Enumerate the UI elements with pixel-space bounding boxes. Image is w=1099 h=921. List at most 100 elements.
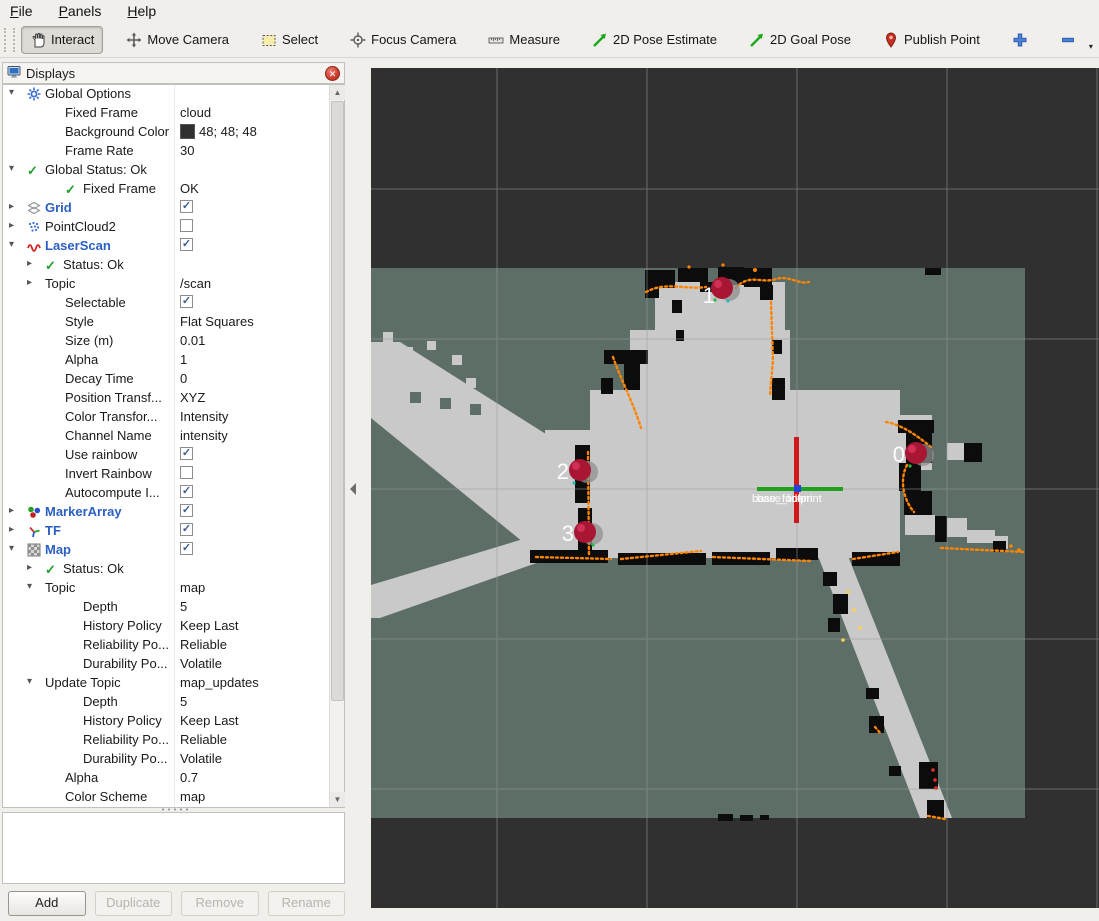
- value-text[interactable]: 5: [180, 694, 187, 709]
- chevron-down-icon[interactable]: ▾: [1089, 42, 1093, 51]
- property-name: Style: [65, 314, 94, 329]
- minus-icon: [1060, 32, 1076, 48]
- expander-open-icon[interactable]: ▾: [27, 676, 32, 687]
- property-value: 30: [180, 143, 194, 158]
- plus-icon: [1012, 32, 1028, 48]
- tool-measure[interactable]: Measure: [479, 26, 569, 54]
- property-name: Frame Rate: [65, 143, 134, 158]
- tool-publish-point[interactable]: Publish Point: [874, 26, 989, 54]
- property-value: Reliable: [180, 732, 227, 747]
- value-text[interactable]: Volatile: [180, 656, 222, 671]
- check-icon: ✓: [45, 258, 59, 272]
- value-text[interactable]: Reliable: [180, 732, 227, 747]
- color-swatch[interactable]: [180, 124, 195, 139]
- property-name: Invert Rainbow: [65, 466, 152, 481]
- property-value: [180, 219, 193, 232]
- tool-focus-camera[interactable]: Focus Camera: [341, 26, 465, 54]
- expander-closed-icon[interactable]: ▸: [27, 258, 32, 269]
- value-text[interactable]: map: [180, 580, 205, 595]
- property-value: 1: [180, 352, 187, 367]
- tool-interact[interactable]: Interact: [21, 26, 103, 54]
- scroll-down-icon[interactable]: ▼: [330, 792, 345, 807]
- property-value: Volatile: [180, 751, 222, 766]
- checkbox-checked[interactable]: ✓: [180, 200, 193, 213]
- panel-collapse-arrow-icon[interactable]: [350, 483, 356, 495]
- value-text[interactable]: 0.01: [180, 333, 205, 348]
- value-text[interactable]: 48; 48; 48: [199, 124, 257, 139]
- close-icon[interactable]: ✕: [325, 66, 340, 81]
- scroll-up-icon[interactable]: ▲: [330, 85, 345, 100]
- value-text[interactable]: Reliable: [180, 637, 227, 652]
- value-text[interactable]: 0.7: [180, 770, 198, 785]
- tool-minus[interactable]: [1051, 26, 1085, 54]
- property-name: Durability Po...: [83, 751, 168, 766]
- value-text[interactable]: 30: [180, 143, 194, 158]
- property-value: ✓: [180, 523, 193, 536]
- property-value: map: [180, 580, 205, 595]
- add-button[interactable]: Add: [8, 891, 86, 916]
- property-value: Reliable: [180, 637, 227, 652]
- expander-closed-icon[interactable]: ▸: [9, 505, 14, 516]
- value-text[interactable]: OK: [180, 181, 199, 196]
- tool-move-camera[interactable]: Move Camera: [117, 26, 238, 54]
- scrollbar-thumb[interactable]: [331, 101, 344, 701]
- property-name: Fixed Frame: [65, 105, 138, 120]
- tool-plus[interactable]: [1003, 26, 1037, 54]
- tf-icon: [27, 524, 41, 538]
- render-viewport[interactable]: 1 2 3 0 base_footprint: [371, 60, 1099, 921]
- property-name: Background Color: [65, 124, 169, 139]
- menu-bar: File Panels Help: [0, 0, 1099, 22]
- value-text[interactable]: map_updates: [180, 675, 259, 690]
- property-name: Topic: [45, 580, 75, 595]
- tool-select[interactable]: Select: [252, 26, 327, 54]
- checkbox-checked[interactable]: ✓: [180, 238, 193, 251]
- value-text[interactable]: Volatile: [180, 751, 222, 766]
- value-text[interactable]: map: [180, 789, 205, 804]
- expander-open-icon[interactable]: ▾: [9, 543, 14, 554]
- checkbox-checked[interactable]: ✓: [180, 485, 193, 498]
- checkbox-checked[interactable]: ✓: [180, 542, 193, 555]
- menu-item-file[interactable]: File: [10, 3, 33, 19]
- value-text[interactable]: Keep Last: [180, 713, 239, 728]
- menu-item-panels[interactable]: Panels: [59, 3, 102, 19]
- value-text[interactable]: Intensity: [180, 409, 228, 424]
- tree-scrollbar[interactable]: ▲ ▼: [329, 85, 344, 807]
- expander-closed-icon[interactable]: ▸: [9, 220, 14, 231]
- value-text[interactable]: /scan: [180, 276, 211, 291]
- checkbox-checked[interactable]: ✓: [180, 295, 193, 308]
- value-text[interactable]: Flat Squares: [180, 314, 254, 329]
- value-text[interactable]: XYZ: [180, 390, 205, 405]
- expander-closed-icon[interactable]: ▸: [9, 524, 14, 535]
- marker-icon: [27, 505, 41, 519]
- value-text[interactable]: intensity: [180, 428, 228, 443]
- tool-2d-goal-pose[interactable]: 2D Goal Pose: [740, 26, 860, 54]
- value-text[interactable]: 1: [180, 352, 187, 367]
- checkbox-unchecked[interactable]: [180, 219, 193, 232]
- value-text[interactable]: cloud: [180, 105, 211, 120]
- checkbox-checked[interactable]: ✓: [180, 523, 193, 536]
- expander-open-icon[interactable]: ▾: [9, 239, 14, 250]
- tool-2d-pose-estimate[interactable]: 2D Pose Estimate: [583, 26, 726, 54]
- expander-open-icon[interactable]: ▾: [9, 163, 14, 174]
- expander-open-icon[interactable]: ▾: [27, 581, 32, 592]
- expander-closed-icon[interactable]: ▸: [27, 562, 32, 573]
- checkbox-checked[interactable]: ✓: [180, 447, 193, 460]
- panel-splitter-handle[interactable]: [160, 808, 190, 811]
- select-icon: [261, 32, 277, 48]
- value-text[interactable]: Keep Last: [180, 618, 239, 633]
- checkbox-unchecked[interactable]: [180, 466, 193, 479]
- tf-label-odom: odom: [785, 493, 813, 505]
- displays-panel-header[interactable]: Displays ✕: [2, 62, 345, 84]
- expander-closed-icon[interactable]: ▸: [27, 277, 32, 288]
- toolbar-drag-handle[interactable]: [4, 28, 15, 52]
- menu-item-help[interactable]: Help: [127, 3, 156, 19]
- value-text[interactable]: 5: [180, 599, 187, 614]
- property-value: 0.01: [180, 333, 205, 348]
- property-name: Depth: [83, 599, 118, 614]
- value-text[interactable]: 0: [180, 371, 187, 386]
- property-name: Fixed Frame: [83, 181, 156, 196]
- checkbox-checked[interactable]: ✓: [180, 504, 193, 517]
- expander-closed-icon[interactable]: ▸: [9, 201, 14, 212]
- expander-open-icon[interactable]: ▾: [9, 87, 14, 98]
- property-name: History Policy: [83, 713, 162, 728]
